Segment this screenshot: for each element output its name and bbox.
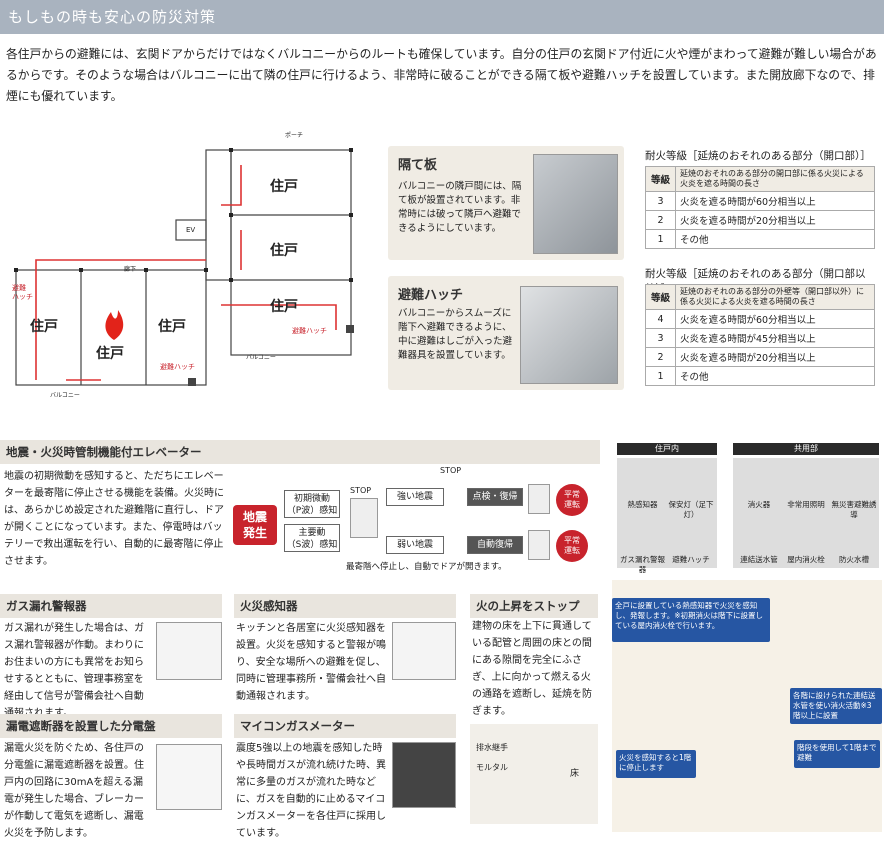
fire1-desc: 火炎を遮る時間が20分相当以上 <box>675 210 875 230</box>
p-wave-box: 初期微動 （P波）感知 <box>284 490 340 518</box>
gas-title: ガス漏れ警報器 <box>0 594 222 618</box>
fire2-desc: 火炎を遮る時間が20分相当以上 <box>675 347 875 367</box>
weak-box: 弱い地震 <box>386 536 444 554</box>
detector-text: キッチンと各居室に火災感知器を設置。火災を感知すると警報が鳴り、安全な場所への避… <box>236 623 386 702</box>
fire1-desc: 火炎を遮る時間が60分相当以上 <box>675 191 875 211</box>
equip-item: ガス漏れ警報器 <box>620 555 665 574</box>
plan-unit-3: 住戸 <box>270 179 298 195</box>
stopper-mortar-label: モルタル <box>476 763 508 772</box>
fire1-desc: その他 <box>675 229 875 249</box>
equip-common-label: 共用部 <box>733 443 879 455</box>
plan-balcony-2: バルコニー <box>246 354 276 361</box>
equip-item: 消火器 <box>747 500 771 509</box>
callout-stairs: 階段を使用して1階まで避難 <box>794 740 880 768</box>
plan-unit-4: 住戸 <box>270 243 298 259</box>
hatch-text: バルコニーからスムーズに階下へ避難できるように、中に避難はしごが入った避難器具を… <box>398 308 513 361</box>
check-box: 点検・復帰 <box>467 488 523 506</box>
plan-hatch-2: 避難ハッチ <box>292 327 327 335</box>
plan-fire-unit: 住戸 <box>96 346 124 362</box>
plan-unit-2: 住戸 <box>158 319 186 335</box>
stopper-pipe-label: 排水継手 <box>476 743 508 752</box>
fire1-grade: 1 <box>645 229 676 249</box>
gas-text: ガス漏れが発生した場合は、ガス漏れ警報器が作動。まわりにお住まいの方にも異常をお… <box>4 623 144 719</box>
plan-unit-5: 住戸 <box>270 299 298 315</box>
stopper-floor-label: 床 <box>570 769 580 779</box>
equip-item: 屋内消火栓 <box>787 555 825 564</box>
elevator-text: 地震の初期微動を感知すると、ただちにエレベーターを最寄階に停止させる機能を装備。… <box>4 471 224 567</box>
fire1-grade: 2 <box>645 210 676 230</box>
fire2-table: 等級 延焼のおそれのある部分の外壁等（開口部以外）に係る火災による火炎を遮る時間の… <box>645 284 875 386</box>
breaker-text: 漏電火災を防ぐため、各住戸の分電盤に漏電遮断器を設置。住戸内の回路に30mAを超… <box>4 743 144 839</box>
fire2-grade: 2 <box>645 347 676 367</box>
flow-note: 最寄階へ停止し、自動でドアが開きます。 <box>346 562 507 572</box>
equip-item: 保安灯（足下灯） <box>668 500 714 519</box>
plan-hall: 廊下 <box>124 266 137 273</box>
callout-elevator: 火災を感知すると1階に停止します <box>616 750 696 778</box>
plan-ev: EV <box>186 226 196 234</box>
plan-hatch-3: 避難 ハッチ <box>12 284 33 301</box>
quake-box: 地震 発生 <box>233 505 277 545</box>
runner-icon <box>350 498 378 538</box>
stop-label-1: STOP <box>350 486 372 495</box>
fire1-grade: 3 <box>645 191 676 211</box>
intro-text: 各住戸からの避難には、玄関ドアからだけではなくバルコニーからのルートも確保してい… <box>6 47 877 103</box>
equip-item: 防火水槽 <box>839 555 869 564</box>
stopper-text: 建物の床を上下に貫通している配管と周囲の床との間にある隙間を完全にふさぎ、上に向… <box>472 621 592 717</box>
breaker-title: 漏電遮断器を設置した分電盤 <box>0 714 222 738</box>
gas-alarm-photo <box>156 622 222 680</box>
meter-title: マイコンガスメーター <box>234 714 456 738</box>
plan-hatch-1: 避難ハッチ <box>160 363 195 371</box>
page-title: もしもの時も安心の防災対策 <box>0 0 884 34</box>
detector-title: 火災感知器 <box>234 594 456 618</box>
auto-box: 自動復帰 <box>467 536 523 554</box>
hatch-title: 避難ハッチ <box>398 288 464 303</box>
equip-inside-label: 住戸内 <box>617 443 717 455</box>
detector-photo <box>392 622 456 680</box>
equip-item: 無災害避難誘導 <box>831 500 877 519</box>
elevator-title: 地震・火災時管制機能付エレベーター <box>0 440 600 464</box>
fire2-grade: 1 <box>645 366 676 386</box>
strong-box: 強い地震 <box>386 488 444 506</box>
fire2-desc: その他 <box>675 366 875 386</box>
fire1-title: 耐火等級［延焼のおそれのある部分（開口部）］ <box>645 150 871 162</box>
stop-label-2: STOP <box>440 466 462 475</box>
partition-text: バルコニーの隣戸間には、隔て板が設置されています。非常時には破って隣戸へ避難でき… <box>398 181 522 234</box>
partition-photo <box>533 154 618 254</box>
gas-meter-photo <box>392 742 456 808</box>
fire1-table: 等級 延焼のおそれのある部分の開口部に係る火災による火炎を遮る時間の長さ 3 火炎を… <box>645 166 875 249</box>
hatch-photo <box>520 286 618 384</box>
equip-item: 熱感知器 <box>627 500 658 509</box>
equip-item: 避難ハッチ <box>672 555 710 564</box>
fire2-grade: 3 <box>645 328 676 348</box>
normal-badge-2: 平常 運転 <box>556 530 588 562</box>
partition-title: 隔て板 <box>398 158 438 173</box>
stopper-title: 火の上昇をストップ <box>470 594 598 618</box>
equip-item: 非常用照明 <box>787 500 825 509</box>
meter-text: 震度5強以上の地震を感知した時や長時間ガスが流れ続けた時、異常に多量のガスが流れ… <box>236 743 386 839</box>
s-wave-box: 主要動 （S波）感知 <box>284 524 340 552</box>
normal-badge-1: 平常 運転 <box>556 484 588 516</box>
fire2-head-desc: 延焼のおそれのある部分の外壁等（開口部以外）に係る火災による火炎を遮る時間の長さ <box>675 284 875 310</box>
fire1-head-desc: 延焼のおそれのある部分の開口部に係る火災による火炎を遮る時間の長さ <box>675 166 875 192</box>
breaker-photo <box>156 744 222 810</box>
callout-detector: 全戸に設置している熱感知器で火災を感知し、発報します。※初期消火は階下に設置して… <box>612 598 770 642</box>
plan-porch: ポーチ <box>285 132 304 139</box>
fire2-desc: 火炎を遮る時間が60分相当以上 <box>675 309 875 329</box>
fire2-head-grade: 等級 <box>645 284 676 310</box>
elevator-icon-2 <box>528 530 550 560</box>
plan-balcony-1: バルコニー <box>50 392 80 399</box>
equip-item: 連結送水管 <box>740 555 778 564</box>
fire2-desc: 火炎を遮る時間が45分相当以上 <box>675 328 875 348</box>
fire2-grade: 4 <box>645 309 676 329</box>
elevator-icon-1 <box>528 484 550 514</box>
plan-unit-1: 住戸 <box>30 319 58 335</box>
fire1-head-grade: 等級 <box>645 166 676 192</box>
callout-standpipe: 各階に設けられた連結送水管を使い消火活動※3階以上に設置 <box>790 688 882 724</box>
